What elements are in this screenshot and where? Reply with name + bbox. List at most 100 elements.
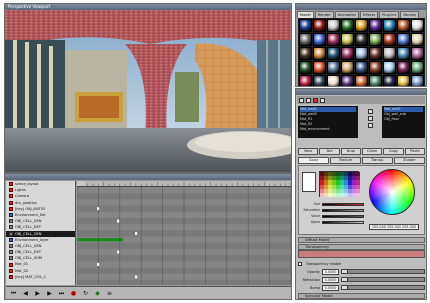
param-value-field[interactable]: 0.0000 — [322, 276, 339, 283]
color-slider[interactable] — [322, 208, 364, 212]
asset-thumbnail[interactable] — [299, 75, 312, 86]
asset-thumbnail[interactable] — [397, 61, 410, 74]
step-forward-icon[interactable]: ▶ — [46, 290, 53, 297]
viewport-window[interactable]: Perspective Viewport — [4, 3, 292, 173]
tab-color[interactable]: Color — [298, 157, 329, 164]
color-wheel[interactable] — [369, 169, 415, 215]
asset-thumbnail[interactable] — [397, 19, 410, 32]
asset-thumbnail[interactable] — [369, 47, 382, 60]
asset-thumbnail[interactable] — [313, 47, 326, 60]
material-list[interactable]: Mat_wall1 Mat_wall2 Mat_fl1 Mat_fl2 Mat_envi… — [298, 106, 358, 138]
delete-material-icon[interactable] — [313, 97, 318, 103]
tree-row[interactable]: [key] MAT_COL_C — [6, 274, 75, 280]
duplicate-material-icon[interactable] — [320, 97, 325, 103]
param-slider[interactable] — [341, 285, 425, 290]
asset-thumbnail[interactable] — [299, 19, 312, 32]
material-copy-button[interactable]: Copy — [383, 148, 404, 155]
color-slider[interactable] — [322, 202, 364, 206]
asset-browser-window[interactable]: Model Render Animation Effects Plug-ins Movie… — [295, 3, 427, 87]
tab-texture[interactable]: Texture — [330, 157, 361, 164]
material-assignment-tree[interactable]: Mat_wall1 Obj_wall_sub Obj_floor — [382, 106, 425, 138]
material-clean-button[interactable]: Clean — [361, 148, 383, 155]
asset-thumbnail[interactable] — [313, 75, 326, 86]
asset-thumbnail[interactable] — [355, 19, 368, 32]
tab-transp[interactable]: Transp. — [362, 157, 393, 164]
material-dupl-button[interactable]: Dupl — [340, 148, 361, 155]
browser-tab[interactable]: Effects — [359, 11, 379, 18]
asset-thumbnail[interactable] — [341, 19, 354, 32]
rgb-readout[interactable]: 255.000 255.000 255.000 — [369, 224, 419, 230]
dopesheet-window[interactable]: scene_layout Lights Camera dcs_position [key… — [4, 173, 292, 300]
asset-thumbnail[interactable] — [355, 61, 368, 74]
color-slider[interactable] — [322, 214, 364, 218]
color-slider[interactable] — [322, 220, 364, 224]
browser-tab[interactable]: Animation — [334, 11, 359, 18]
asset-thumbnail[interactable] — [383, 19, 396, 32]
asset-thumbnail[interactable] — [299, 33, 312, 46]
asset-thumbnail[interactable] — [383, 47, 396, 60]
asset-thumbnail[interactable] — [313, 19, 326, 32]
browser-tab[interactable]: Plug-ins — [379, 11, 400, 18]
go-end-icon[interactable]: ⏭ — [58, 290, 65, 297]
material-color-field[interactable] — [298, 250, 425, 258]
slider-knob[interactable] — [342, 286, 348, 289]
asset-thumbnail[interactable] — [411, 75, 424, 86]
material-editor-window[interactable]: Mat_wall1 Mat_wall2 Mat_fl1 Mat_fl2 Mat_envi… — [295, 88, 427, 300]
slider-knob[interactable] — [342, 270, 348, 273]
new-material-icon[interactable] — [299, 97, 304, 103]
asset-thumbnail[interactable] — [355, 75, 368, 86]
asset-thumbnail[interactable] — [383, 75, 396, 86]
asset-thumbnail[interactable] — [341, 75, 354, 86]
asset-thumbnail[interactable] — [355, 47, 368, 60]
material-paste-button[interactable]: Paste — [404, 148, 425, 155]
material-new-button[interactable]: New — [298, 148, 319, 155]
asset-thumbnail[interactable] — [369, 19, 382, 32]
asset-thumbnail[interactable] — [341, 47, 354, 60]
current-color-swatch[interactable] — [302, 172, 316, 192]
asset-thumbnail[interactable] — [383, 33, 396, 46]
asset-thumbnail[interactable] — [397, 33, 410, 46]
asset-thumbnail[interactable] — [397, 47, 410, 60]
section-diffuse-model[interactable]: Diffuse Model — [298, 237, 425, 243]
asset-thumbnail[interactable] — [341, 33, 354, 46]
step-back-icon[interactable]: ◀ — [22, 290, 29, 297]
asset-thumbnail[interactable] — [397, 75, 410, 86]
asset-thumbnail[interactable] — [313, 33, 326, 46]
editor-titlebar[interactable] — [296, 89, 426, 95]
palette-swatch[interactable] — [356, 192, 360, 198]
material-del-button[interactable]: Del — [319, 148, 340, 155]
link-material-icon[interactable] — [367, 123, 373, 128]
dopesheet-titlebar[interactable] — [5, 174, 291, 180]
asset-thumbnail[interactable] — [411, 61, 424, 74]
open-material-icon[interactable] — [306, 97, 311, 103]
asset-thumbnail[interactable] — [299, 47, 312, 60]
play-icon[interactable]: ▶ — [34, 290, 41, 297]
param-slider[interactable] — [341, 277, 425, 282]
browser-tab[interactable]: Model — [297, 11, 314, 18]
tab-shader[interactable]: Shader — [394, 157, 425, 164]
browser-tab[interactable]: Render — [314, 11, 334, 18]
options-icon[interactable]: ≡ — [106, 290, 113, 297]
transfer-left-icon[interactable] — [367, 116, 373, 121]
asset-thumbnail[interactable] — [411, 19, 424, 32]
asset-thumbnail[interactable] — [327, 75, 340, 86]
asset-thumbnail[interactable] — [411, 33, 424, 46]
keyframe-grid[interactable] — [77, 187, 291, 285]
go-start-icon[interactable]: ⏮ — [10, 290, 17, 297]
asset-thumbnail[interactable] — [341, 61, 354, 74]
asset-thumbnail[interactable] — [355, 33, 368, 46]
asset-thumbnail[interactable] — [313, 61, 326, 74]
browser-tab[interactable]: Movies — [400, 11, 419, 18]
param-value-field[interactable]: 0.0000 — [322, 284, 339, 291]
assignment-tree-item[interactable]: Obj_floor — [384, 117, 423, 122]
key-icon[interactable]: ◆ — [94, 290, 101, 297]
param-value-field[interactable]: 0.0000 — [322, 268, 339, 275]
outliner-tree[interactable]: scene_layout Lights Camera dcs_position [key… — [6, 181, 76, 285]
section-specular-model[interactable]: Specular Model — [298, 293, 425, 299]
asset-thumbnail[interactable] — [327, 19, 340, 32]
asset-thumbnail[interactable] — [369, 33, 382, 46]
param-slider[interactable] — [341, 269, 425, 274]
slider-knob[interactable] — [342, 278, 348, 281]
record-icon[interactable]: ● — [70, 290, 77, 297]
color-palette-grid[interactable] — [319, 171, 360, 198]
